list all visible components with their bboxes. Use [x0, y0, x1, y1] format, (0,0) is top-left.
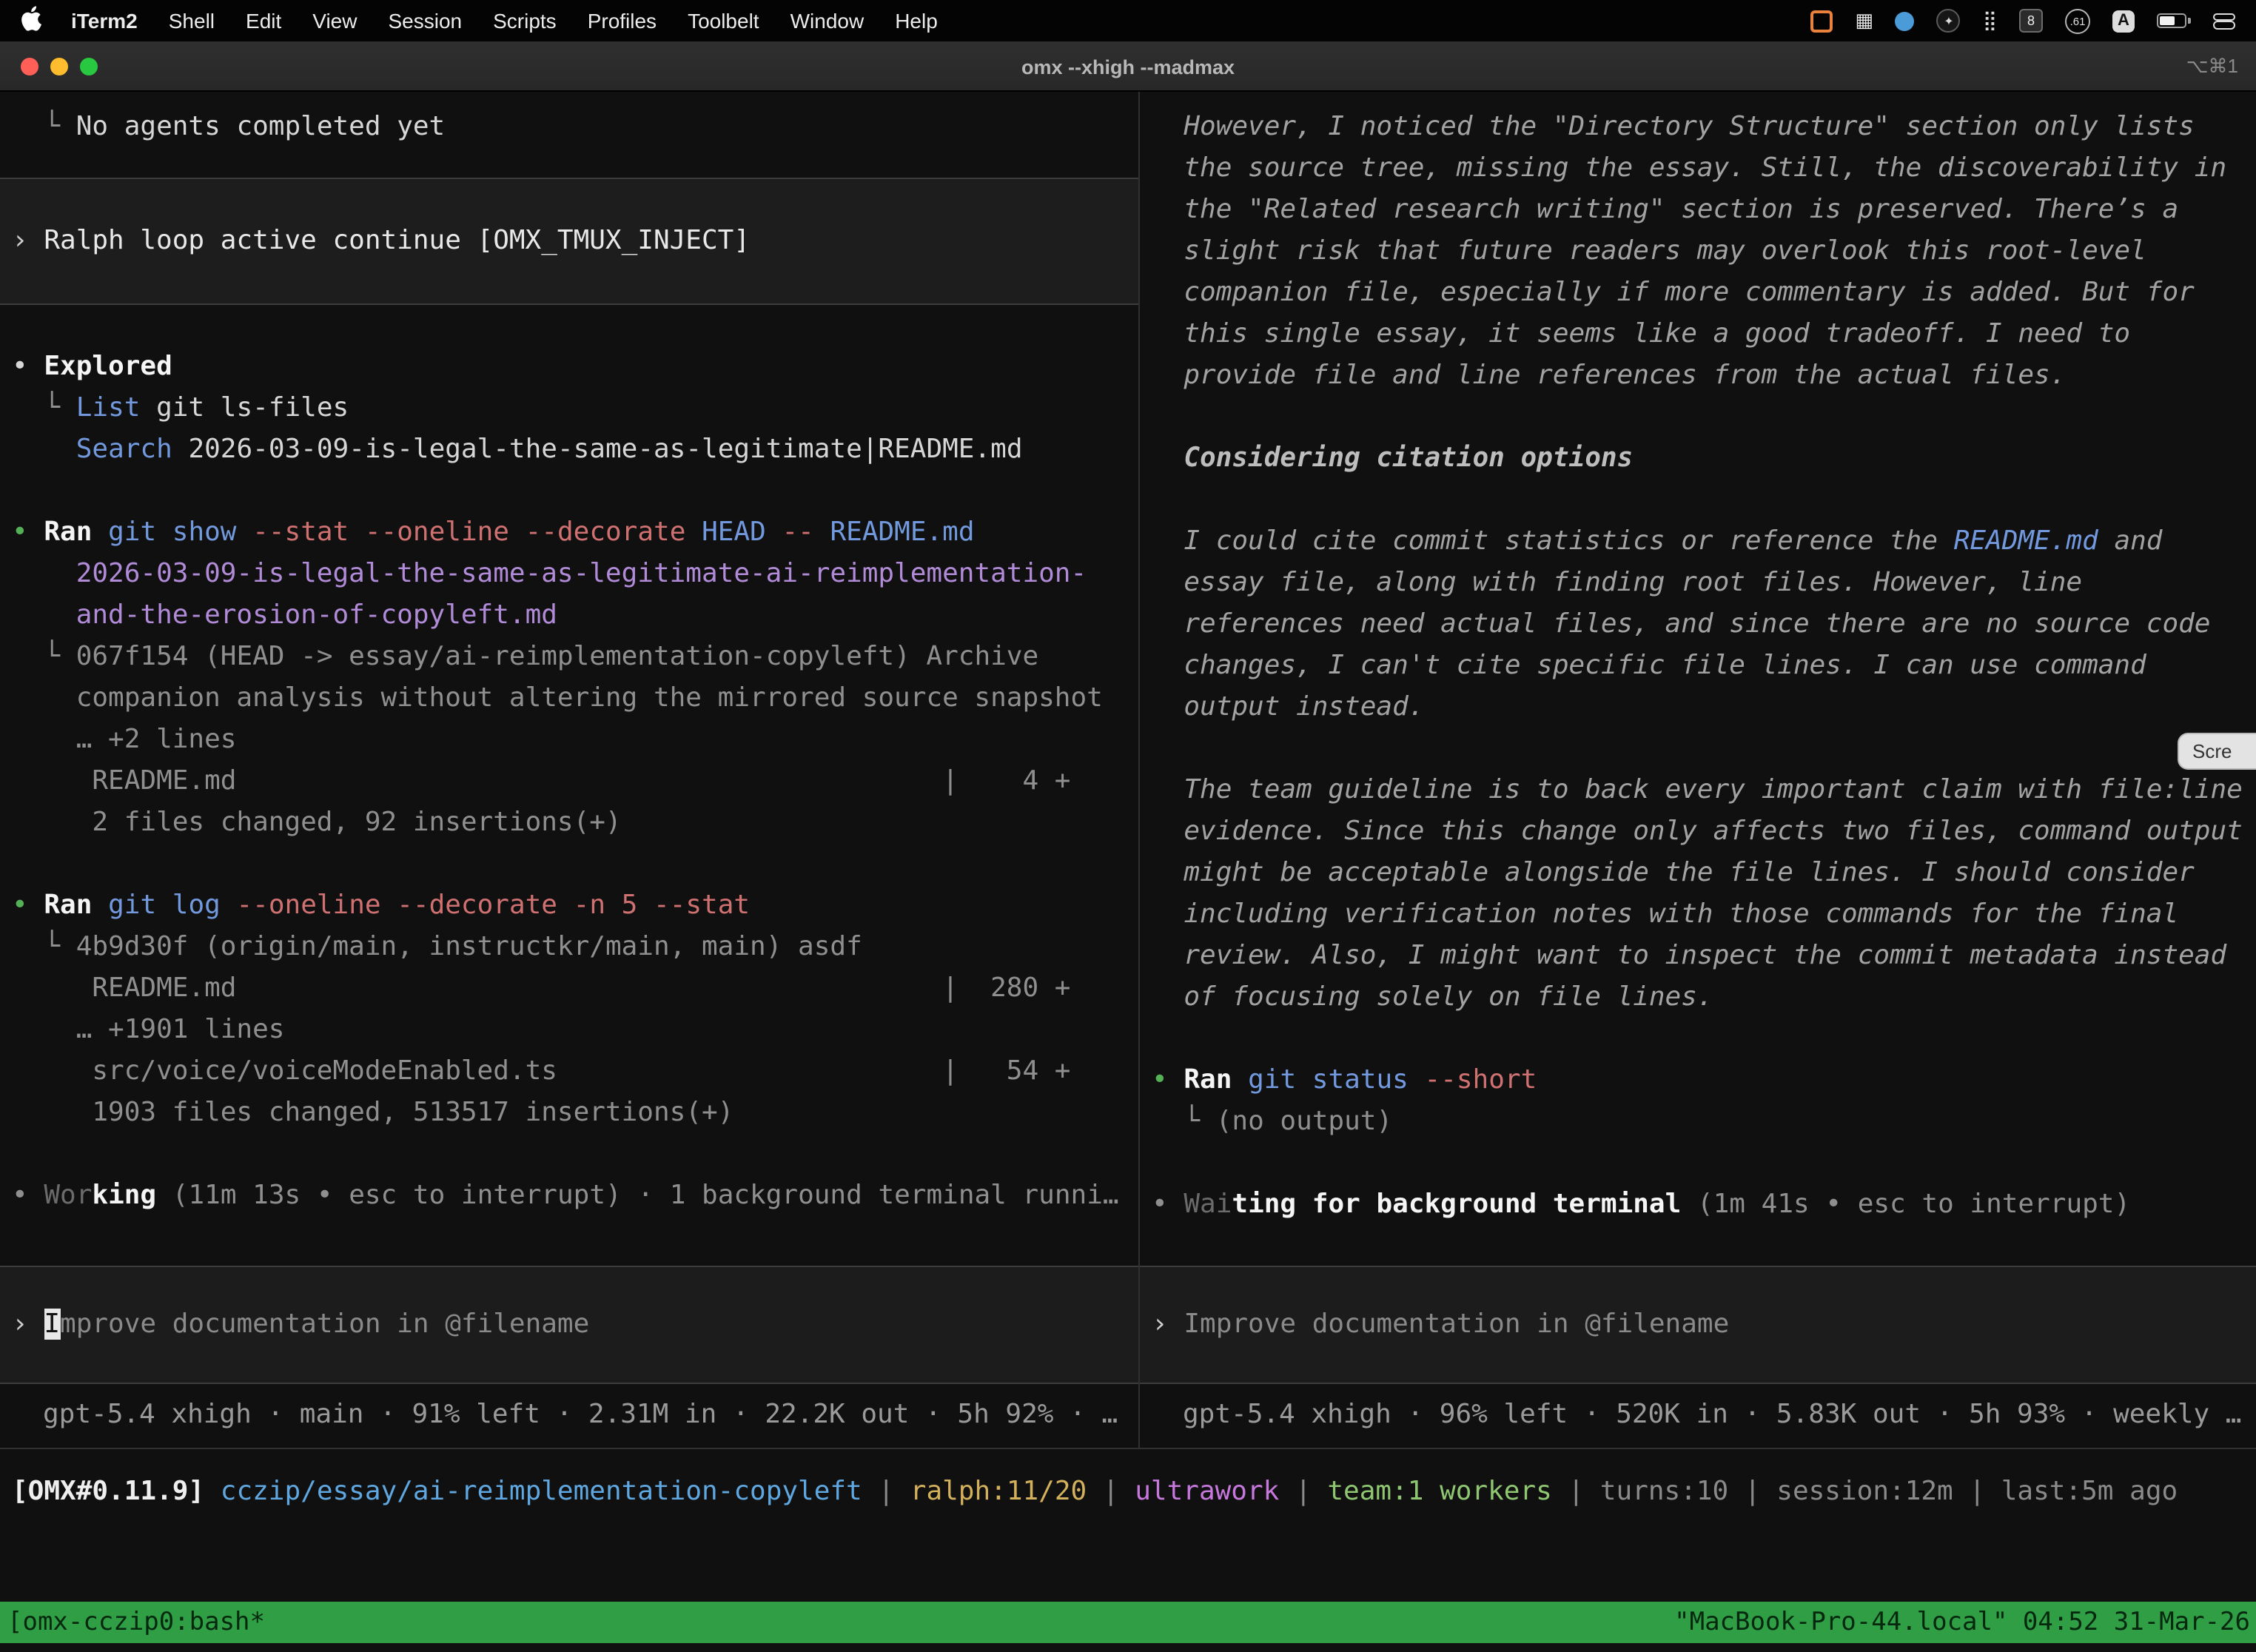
omx-status-line: [OMX#0.11.9] cczip/essay/ai-reimplementa…	[12, 1471, 2256, 1513]
banner-text: Ralph loop active continue [OMX_TMUX_INJ…	[44, 225, 750, 256]
terminal-line: companion analysis without altering the …	[12, 678, 1132, 719]
screen-tooltip[interactable]: Scre	[2178, 733, 2256, 770]
terminal-line	[1152, 1018, 2250, 1060]
left-pane-log: • Explored └ List git ls-files Search 20…	[0, 305, 1138, 1217]
text-cursor: I	[44, 1309, 60, 1340]
right-pane-log: However, I noticed the "Directory Struct…	[1140, 92, 2256, 1226]
screen: iTerm2 Shell Edit View Session Scripts P…	[0, 0, 2256, 1652]
input-prompt-chevron: ›	[1152, 1309, 1168, 1340]
right-model-status: gpt-5.4 xhigh · 96% left · 520K in · 5.8…	[1183, 1394, 2242, 1436]
menubar-status-icons: ▦ ✦ ⣿ 8 .61 A	[1810, 8, 2235, 33]
terminal-line: └ List git ls-files	[12, 388, 1132, 429]
terminal-line	[12, 471, 1132, 512]
input-prompt-chevron: ›	[12, 1309, 28, 1340]
grid-app-icon[interactable]: ▦	[1855, 10, 1873, 32]
terminal-line: • Ran git status --short	[1152, 1060, 2250, 1101]
terminal-line: Considering citation options	[1184, 438, 2242, 480]
window-title: omx --xhigh --madmax	[0, 41, 2256, 92]
terminal-line: • Working (11m 13s • esc to interrupt) ·…	[12, 1175, 1132, 1217]
control-center-icon[interactable]	[2213, 13, 2235, 29]
macos-menubar: iTerm2 Shell Edit View Session Scripts P…	[0, 0, 2256, 41]
terminal-line: 2 files changed, 92 insertions(+)	[12, 802, 1132, 844]
terminal-line	[12, 1134, 1132, 1175]
input-ghost-text: mprove documentation in @filename	[60, 1309, 589, 1340]
menu-shell[interactable]: Shell	[169, 9, 215, 33]
menu-help[interactable]: Help	[895, 9, 938, 33]
terminal-line	[12, 305, 1132, 346]
terminal-line: The team guideline is to back every impo…	[1184, 770, 2242, 1018]
terminal-line: … +2 lines	[12, 719, 1132, 761]
window-shortcut-hint: ⌥⌘1	[2186, 41, 2238, 92]
input-ghost-text: Improve documentation in @filename	[1184, 1309, 1729, 1340]
terminal-line: … +1901 lines	[12, 1010, 1132, 1051]
dots-grid-icon[interactable]: ⣿	[1983, 10, 1997, 32]
terminal-line: └ (no output)	[1152, 1101, 2250, 1143]
iterm2-window: omx --xhigh --madmax ⌥⌘1 └ No agents com…	[0, 41, 2256, 1652]
menu-profiles[interactable]: Profiles	[588, 9, 657, 33]
terminal-line: README.md | 280 +	[12, 968, 1132, 1010]
dark-app-icon[interactable]: ✦	[1937, 9, 1961, 33]
terminal-line: [OMX#0.11.9] cczip/essay/ai-reimplementa…	[12, 1471, 2256, 1513]
terminal-line	[1152, 1143, 2250, 1184]
terminal-line: • Waiting for background terminal (1m 41…	[1152, 1184, 2250, 1226]
terminal-line: and-the-erosion-of-copyleft.md	[12, 595, 1132, 637]
terminal-line: • Ran git show --stat --oneline --decora…	[12, 512, 1132, 554]
terminal-line: README.md | 4 +	[12, 761, 1132, 802]
left-prompt-input[interactable]: › Improve documentation in @filename	[0, 1266, 1138, 1384]
input-source-icon[interactable]: A	[2112, 10, 2135, 32]
raycast-icon[interactable]	[1896, 11, 1915, 30]
terminal-line: • Explored	[12, 346, 1132, 388]
tmux-session-window: [omx-cczip0:bash*	[7, 1608, 265, 1637]
terminal-line	[12, 844, 1132, 885]
menu-session[interactable]: Session	[388, 9, 462, 33]
banner-prompt: ›	[12, 225, 28, 256]
keycap-app-icon[interactable]: 8	[2019, 9, 2043, 33]
terminal-line: I could cite commit statistics or refere…	[1184, 521, 2242, 728]
terminal-line: src/voice/voiceModeEnabled.ts | 54 +	[12, 1051, 1132, 1092]
minimize-button[interactable]	[50, 58, 68, 75]
traffic-lights	[21, 58, 98, 75]
screen-recording-indicator-icon[interactable]	[1810, 10, 1833, 32]
menu-iterm2[interactable]: iTerm2	[71, 9, 138, 33]
menu-edit[interactable]: Edit	[246, 9, 281, 33]
terminal-line: └ 067f154 (HEAD -> essay/ai-reimplementa…	[12, 637, 1132, 678]
menu-window[interactable]: Window	[790, 9, 865, 33]
left-agent-pane[interactable]: └ No agents completed yet › Ralph loop ac…	[0, 92, 1140, 1448]
menu-scripts[interactable]: Scripts	[493, 9, 557, 33]
left-model-status: gpt-5.4 xhigh · main · 91% left · 2.31M …	[43, 1394, 1118, 1436]
terminal-line: └ 4b9d30f (origin/main, instructkr/main,…	[12, 927, 1132, 968]
terminal-line: └ No agents completed yet	[12, 107, 1132, 148]
right-prompt-input[interactable]: › Improve documentation in @filename	[1140, 1266, 2256, 1384]
tmux-status-bar: [omx-cczip0:bash* "MacBook-Pro-44.local"…	[0, 1602, 2256, 1643]
menu-toolbelt[interactable]: Toolbelt	[688, 9, 759, 33]
terminal-line	[1152, 728, 2250, 770]
menu-view[interactable]: View	[312, 9, 357, 33]
left-pane-top-lines: └ No agents completed yet	[0, 92, 1138, 148]
menubar-menus: iTerm2 Shell Edit View Session Scripts P…	[71, 9, 938, 33]
terminal-line: • Ran git log --oneline --decorate -n 5 …	[12, 885, 1132, 927]
terminal-line: 1903 files changed, 513517 insertions(+)	[12, 1092, 1132, 1134]
battery-icon[interactable]	[2157, 13, 2191, 28]
omx-status-bar: [OMX#0.11.9] cczip/essay/ai-reimplementa…	[0, 1448, 2256, 1513]
apple-menu[interactable]	[21, 6, 41, 36]
tmux-host-clock: "MacBook-Pro-44.local" 04:52 31-Mar-26	[1674, 1608, 2250, 1637]
battery-percent-icon[interactable]: .61	[2065, 8, 2090, 33]
apple-logo-icon	[21, 6, 41, 36]
terminal-content: └ No agents completed yet › Ralph loop ac…	[0, 92, 2256, 1448]
terminal-line: Search 2026-03-09-is-legal-the-same-as-l…	[12, 429, 1132, 471]
terminal-line: However, I noticed the "Directory Struct…	[1184, 107, 2242, 397]
window-titlebar[interactable]: omx --xhigh --madmax ⌥⌘1	[0, 41, 2256, 92]
right-agent-pane[interactable]: However, I noticed the "Directory Struct…	[1140, 92, 2256, 1448]
zoom-button[interactable]	[80, 58, 98, 75]
terminal-line	[1152, 397, 2250, 438]
terminal-line	[1152, 480, 2250, 521]
close-button[interactable]	[21, 58, 38, 75]
ralph-loop-banner: › Ralph loop active continue [OMX_TMUX_IN…	[0, 178, 1138, 305]
terminal-line: 2026-03-09-is-legal-the-same-as-legitima…	[12, 554, 1132, 595]
